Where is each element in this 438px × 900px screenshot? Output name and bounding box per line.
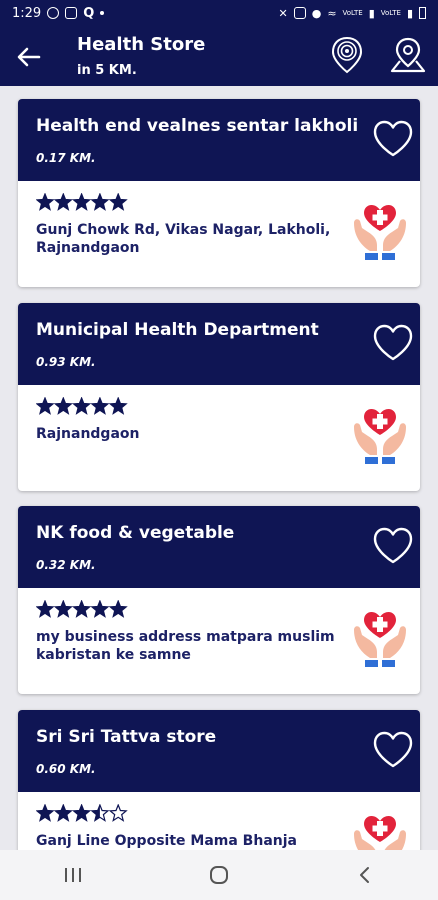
back-button[interactable] <box>14 42 44 72</box>
page-title: Health Store <box>77 34 206 55</box>
gallery-icon <box>65 7 78 19</box>
star-icon <box>72 803 92 822</box>
star-icon <box>72 599 92 618</box>
star-icon <box>72 396 92 415</box>
radar-icon <box>331 36 363 74</box>
store-distance: 0.17 KM. <box>36 151 96 165</box>
recent-apps-button[interactable] <box>43 855 103 895</box>
store-card-header: Sri Sri Tattva store 0.60 KM. <box>18 710 420 792</box>
store-name: Municipal Health Department <box>36 320 319 340</box>
star-icon <box>90 396 110 415</box>
star-icon <box>108 396 128 415</box>
health-care-hands-icon <box>350 201 410 265</box>
recent-apps-icon <box>65 868 81 882</box>
search-q-icon: Q <box>83 5 95 21</box>
rating-stars <box>35 396 128 417</box>
star-icon <box>90 599 110 618</box>
heart-outline-icon <box>373 120 413 157</box>
store-card[interactable]: Municipal Health Department 0.93 KM. Raj… <box>18 303 420 491</box>
rating-stars <box>35 192 128 213</box>
system-nav-bar <box>0 850 438 900</box>
star-icon <box>108 803 128 822</box>
store-address: Rajnandgaon <box>36 426 140 442</box>
star-icon <box>108 192 128 211</box>
store-address: Gunj Chowk Rd, Vikas Nagar, Lakholi, Raj… <box>36 222 331 256</box>
page-subtitle: in 5 KM. <box>77 63 137 78</box>
favorite-button[interactable] <box>372 526 414 566</box>
star-icon <box>108 599 128 618</box>
store-name: NK food & vegetable <box>36 523 235 543</box>
map-pin-icon <box>390 37 426 73</box>
net1-label: VoLTE <box>342 9 363 17</box>
store-card-header: Municipal Health Department 0.93 KM. <box>18 303 420 385</box>
rating-stars <box>35 599 128 620</box>
store-card[interactable]: NK food & vegetable 0.32 KM. my business… <box>18 506 420 694</box>
signal1-icon: ▮ <box>368 6 375 20</box>
star-icon <box>35 599 55 618</box>
battery-icon <box>419 7 426 19</box>
favorite-button[interactable] <box>372 323 414 363</box>
rating-stars <box>35 803 128 824</box>
status-time: 1:29 <box>12 5 42 21</box>
star-icon <box>72 192 92 211</box>
home-button[interactable] <box>189 855 249 895</box>
store-address: Ganj Line Opposite Mama Bhanja Majar, <box>36 833 297 849</box>
whatsapp-icon <box>47 7 60 19</box>
store-card-body: Rajnandgaon <box>18 385 420 491</box>
store-name: Sri Sri Tattva store <box>36 727 217 747</box>
favorite-button[interactable] <box>372 730 414 770</box>
store-card-body: Ganj Line Opposite Mama Bhanja Majar, <box>18 792 420 850</box>
net2-label: VoLTE <box>380 9 401 17</box>
store-card-body: Gunj Chowk Rd, Vikas Nagar, Lakholi, Raj… <box>18 181 420 287</box>
store-list[interactable]: Health end vealnes sentar lakholi 0.17 K… <box>0 86 438 850</box>
back-nav-icon <box>360 867 369 883</box>
alarm-icon <box>293 7 306 19</box>
store-card-body: my business address matpara muslim kabri… <box>18 588 420 694</box>
signal2-icon: ▮ <box>406 6 413 20</box>
star-icon <box>53 599 73 618</box>
health-care-hands-icon <box>350 608 410 672</box>
star-icon <box>35 396 55 415</box>
location-icon: ● <box>311 6 322 20</box>
health-care-hands-icon <box>350 405 410 469</box>
star-icon <box>53 192 73 211</box>
map-button[interactable] <box>389 36 427 74</box>
radar-button[interactable] <box>330 36 364 74</box>
store-card[interactable]: Health end vealnes sentar lakholi 0.17 K… <box>18 99 420 287</box>
app-bar: Health Store in 5 KM. <box>0 26 438 86</box>
store-distance: 0.60 KM. <box>36 762 96 776</box>
star-icon <box>53 803 73 822</box>
heart-outline-icon <box>373 527 413 564</box>
home-icon <box>210 866 228 884</box>
store-name: Health end vealnes sentar lakholi <box>36 116 359 136</box>
star-icon <box>35 192 55 211</box>
store-card-header: Health end vealnes sentar lakholi 0.17 K… <box>18 99 420 181</box>
back-nav-button[interactable] <box>335 855 395 895</box>
heart-outline-icon <box>373 324 413 361</box>
notification-dot-icon <box>100 11 105 15</box>
star-icon <box>90 192 110 211</box>
store-distance: 0.93 KM. <box>36 355 96 369</box>
star-icon <box>90 803 110 822</box>
status-bar: 1:29 Q ✕ ● ≈ VoLTE ▮ VoLTE ▮ <box>0 0 438 26</box>
heart-outline-icon <box>373 731 413 768</box>
store-card[interactable]: Sri Sri Tattva store 0.60 KM. Ganj Line … <box>18 710 420 850</box>
store-address: my business address matpara muslim kabri… <box>36 629 335 663</box>
star-icon <box>35 803 55 822</box>
favorite-button[interactable] <box>372 119 414 159</box>
star-icon <box>53 396 73 415</box>
health-care-hands-icon <box>350 812 410 850</box>
wifi-icon: ≈ <box>327 6 337 20</box>
store-card-header: NK food & vegetable 0.32 KM. <box>18 506 420 588</box>
back-arrow-icon <box>17 47 41 67</box>
store-distance: 0.32 KM. <box>36 558 96 572</box>
mute-icon: ✕ <box>278 6 288 20</box>
